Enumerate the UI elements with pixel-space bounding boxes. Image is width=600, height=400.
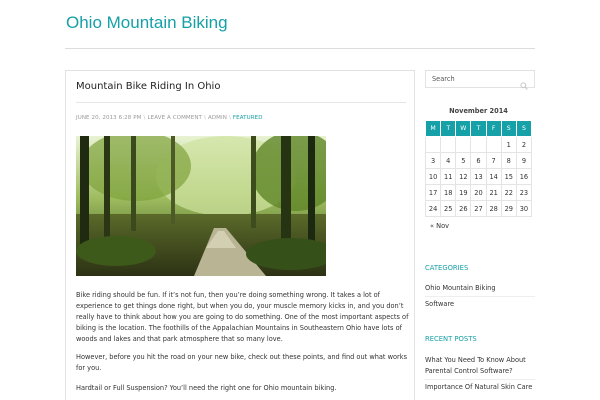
calendar-day-cell: 2 xyxy=(515,136,533,153)
calendar-day-cell: 6 xyxy=(470,152,487,169)
post-category-link[interactable]: FEATURED xyxy=(233,115,263,121)
calendar-prev-month-link[interactable]: « Nov xyxy=(425,222,532,230)
post-article: Mountain Bike Riding In Ohio JUNE 20, 20… xyxy=(65,70,415,400)
leave-comment-link[interactable]: LEAVE A COMMENT xyxy=(147,115,202,121)
header-divider xyxy=(65,48,535,49)
category-link[interactable]: Ohio Mountain Biking xyxy=(425,283,535,294)
calendar-table: MTWTFSS 1 2 3 4 5 6 7 8 9 10 11 12 13 14 15 16 17 18 19 20 2… xyxy=(424,120,533,217)
calendar-empty-cell xyxy=(440,136,457,153)
calendar-day-cell: 25 xyxy=(440,200,457,217)
calendar-day-cell: 29 xyxy=(500,200,517,217)
calendar-day-header: W xyxy=(455,120,472,137)
widget-divider xyxy=(425,379,535,380)
calendar-day-cell: 13 xyxy=(470,168,487,185)
calendar-day-header: T xyxy=(470,120,487,137)
category-link[interactable]: Software xyxy=(425,299,535,310)
calendar-empty-cell xyxy=(455,136,472,153)
post-author-link[interactable]: ADMIN xyxy=(208,115,227,121)
post-paragraph: Hardtail or Full Suspension? You’ll need… xyxy=(76,384,337,392)
post-date[interactable]: JUNE 20, 2013 6:28 PM xyxy=(76,115,142,121)
widget-divider xyxy=(425,296,535,297)
calendar-day-cell: 22 xyxy=(500,184,517,201)
calendar-day-cell: 7 xyxy=(485,152,502,169)
recent-posts-widget-title: RECENT POSTS xyxy=(425,335,477,343)
search-input[interactable] xyxy=(426,71,516,87)
calendar-day-cell: 12 xyxy=(455,168,472,185)
calendar-day-cell: 16 xyxy=(515,168,533,185)
calendar-caption: November 2014 xyxy=(449,107,508,115)
calendar-day-cell: 15 xyxy=(500,168,517,185)
calendar-day-header: S xyxy=(500,120,517,137)
meta-separator: \ xyxy=(204,115,206,121)
calendar-day-cell: 1 xyxy=(500,136,517,153)
categories-widget-title: CATEGORIES xyxy=(425,264,469,272)
calendar-day-cell: 14 xyxy=(485,168,502,185)
calendar-day-header: M xyxy=(424,120,442,137)
calendar-empty-cell xyxy=(485,136,502,153)
calendar-day-cell: 3 xyxy=(424,152,442,169)
calendar-empty-cell xyxy=(424,136,442,153)
calendar-week-row: 17 18 19 20 21 22 23 xyxy=(424,184,533,201)
calendar-day-header: S xyxy=(515,120,533,137)
calendar-day-cell: 20 xyxy=(470,184,487,201)
calendar-day-cell: 4 xyxy=(440,152,457,169)
calendar-day-cell: 10 xyxy=(424,168,442,185)
post-paragraph: Bike riding should be fun. If it’s not f… xyxy=(76,291,409,343)
calendar-day-cell: 8 xyxy=(500,152,517,169)
recent-post-link[interactable]: What You Need To Know About Parental Con… xyxy=(425,355,535,377)
calendar-day-cell: 27 xyxy=(470,200,487,217)
calendar-day-cell: 24 xyxy=(424,200,442,217)
search-box xyxy=(425,70,535,90)
calendar-day-header: F xyxy=(485,120,502,137)
post-meta: JUNE 20, 2013 6:28 PM \ LEAVE A COMMENT \ AD… xyxy=(76,115,263,121)
calendar-day-cell: 19 xyxy=(455,184,472,201)
calendar-day-cell: 11 xyxy=(440,168,457,185)
recent-post-link[interactable]: Importance Of Natural Skin Care xyxy=(425,382,535,393)
calendar-day-cell: 17 xyxy=(424,184,442,201)
calendar-day-cell: 21 xyxy=(485,184,502,201)
calendar-day-cell: 9 xyxy=(515,152,533,169)
calendar-week-row: 3456789 xyxy=(424,152,533,169)
post-paragraph: However, before you hit the road on your… xyxy=(76,353,408,372)
calendar-day-cell: 18 xyxy=(440,184,457,201)
calendar-week-row: 12 xyxy=(424,136,533,153)
meta-separator: \ xyxy=(143,115,146,121)
calendar-week-row: 10 11 12 13 14 15 16 xyxy=(424,168,533,185)
forest-trail-photo xyxy=(76,136,326,276)
calendar-empty-cell xyxy=(470,136,487,153)
search-icon[interactable] xyxy=(520,75,528,90)
calendar-week-row: 24 25 26 27 28 29 30 xyxy=(424,200,533,217)
meta-separator: \ xyxy=(228,115,231,121)
calendar-day-cell: 5 xyxy=(455,152,472,169)
calendar-day-header: T xyxy=(440,120,457,137)
calendar-day-cell: 26 xyxy=(455,200,472,217)
post-title-divider xyxy=(76,102,406,103)
calendar-day-cell: 23 xyxy=(515,184,533,201)
site-title[interactable]: Ohio Mountain Biking xyxy=(66,13,228,33)
post-title[interactable]: Mountain Bike Riding In Ohio xyxy=(76,81,220,92)
calendar-widget: November 2014 MTWTFSS 1 2 3 4 5 6 7 8 9 10 11 12 13 1… xyxy=(424,103,533,230)
calendar-day-cell: 28 xyxy=(485,200,502,217)
calendar-day-cell: 30 xyxy=(515,200,533,217)
